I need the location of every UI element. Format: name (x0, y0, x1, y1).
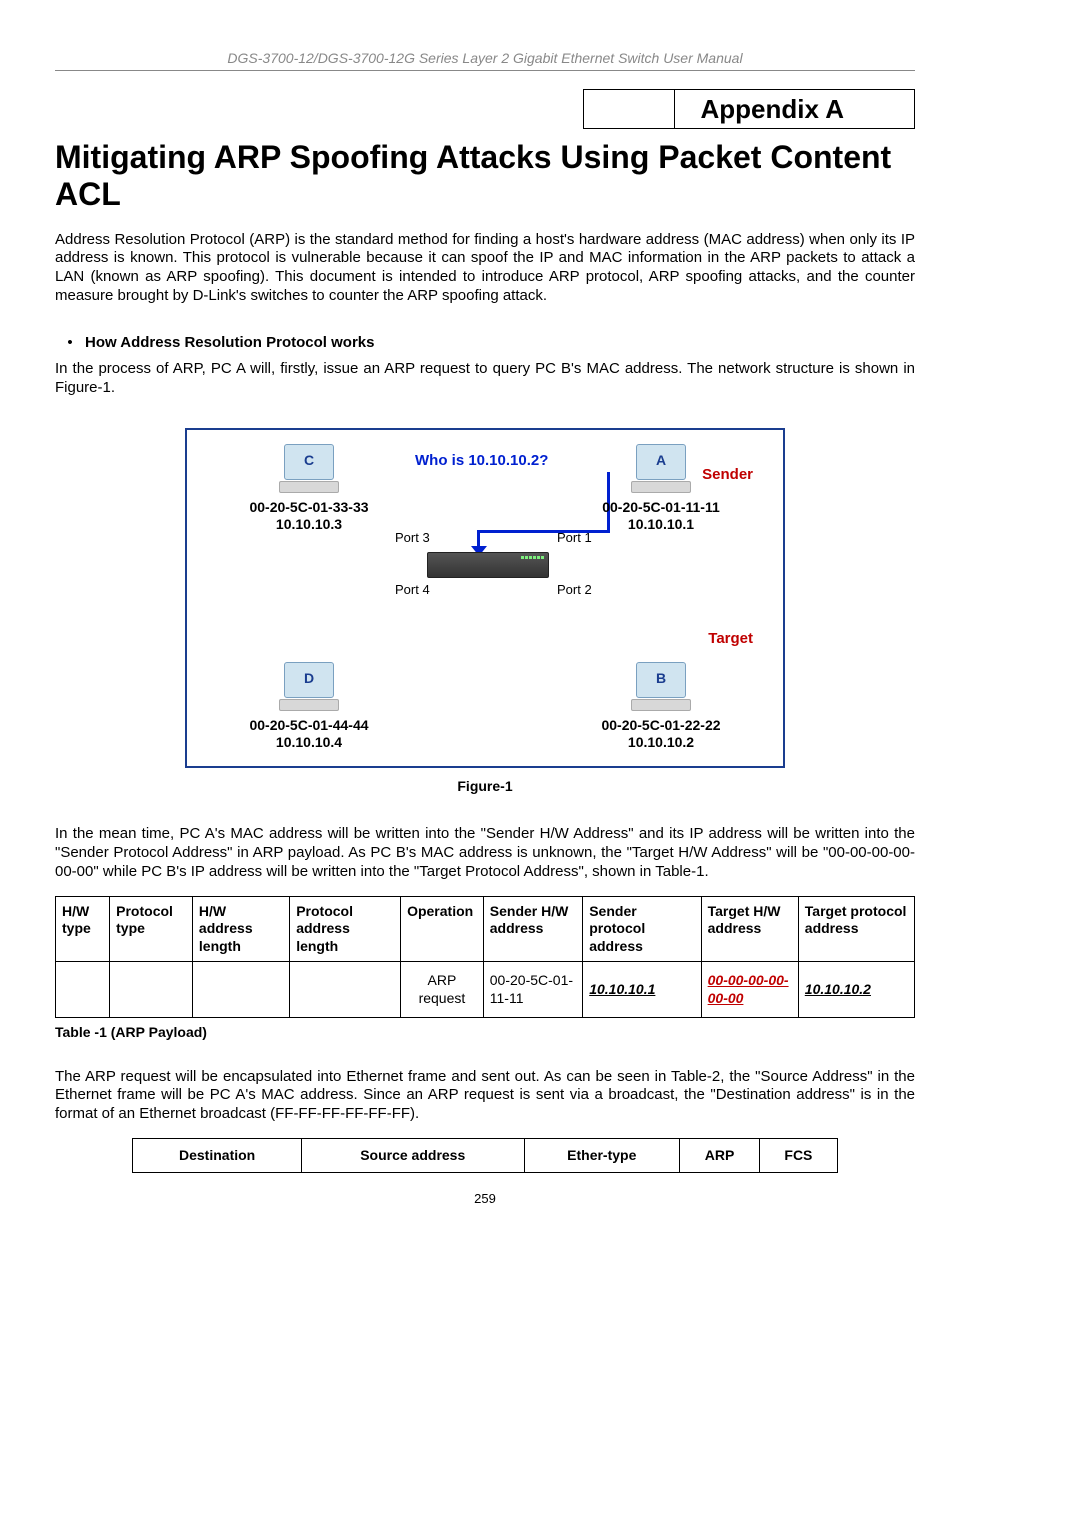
target-proto-value: 10.10.10.2 (805, 981, 871, 997)
pc-letter: C (285, 452, 333, 470)
pc-screen-icon: D (284, 662, 334, 698)
table-row: Destination Source address Ether-type AR… (133, 1138, 837, 1173)
whois-label: Who is 10.10.10.2? (415, 452, 548, 471)
intro-paragraph: Address Resolution Protocol (ARP) is the… (55, 231, 915, 306)
page-title: Mitigating ARP Spoofing Attacks Using Pa… (55, 139, 915, 213)
port3-label: Port 3 (395, 530, 430, 546)
bullet-dot: • (55, 334, 85, 353)
bullet-text: How Address Resolution Protocol works (85, 334, 374, 353)
pc-letter: D (285, 670, 333, 688)
pc-b-mac: 00-20-5C-01-22-22 (571, 717, 751, 735)
pc-screen-icon: A (636, 444, 686, 480)
table-2: Destination Source address Ether-type AR… (132, 1138, 837, 1174)
td (110, 962, 193, 1018)
td-sender-hw: 00-20-5C-01-11-11 (483, 962, 582, 1018)
pc-a: A 00-20-5C-01-11-11 10.10.10.1 (571, 444, 751, 534)
pc-base-icon (279, 481, 339, 493)
pc-b: B 00-20-5C-01-22-22 10.10.10.2 (571, 662, 751, 752)
td-target-hw: 00-00-00-00-00-00 (701, 962, 798, 1018)
pc-screen-icon: B (636, 662, 686, 698)
th: Operation (401, 896, 484, 962)
figure-caption: Figure-1 (55, 778, 915, 796)
port4-label: Port 4 (395, 582, 430, 598)
pc-letter: A (637, 452, 685, 470)
td: Destination (133, 1138, 301, 1173)
page-header: DGS-3700-12/DGS-3700-12G Series Layer 2 … (55, 50, 915, 71)
td: FCS (760, 1138, 837, 1173)
pc-a-ip: 10.10.10.1 (571, 516, 751, 534)
target-label: Target (708, 630, 753, 649)
td-sender-proto: 10.10.10.1 (583, 962, 701, 1018)
td: Ether-type (524, 1138, 679, 1173)
td (192, 962, 289, 1018)
th: Protocol address length (290, 896, 401, 962)
table1-caption: Table -1 (ARP Payload) (55, 1024, 915, 1042)
td (56, 962, 110, 1018)
bullet-how-arp-works: • How Address Resolution Protocol works (55, 334, 915, 353)
pc-letter: B (637, 670, 685, 688)
pc-d-ip: 10.10.10.4 (219, 734, 399, 752)
appendix-label: Appendix A (675, 90, 914, 129)
target-hw-value: 00-00-00-00-00-00 (708, 972, 789, 1006)
pc-d: D 00-20-5C-01-44-44 10.10.10.4 (219, 662, 399, 752)
td (290, 962, 401, 1018)
td-operation: ARP request (401, 962, 484, 1018)
th: Sender H/W address (483, 896, 582, 962)
th: H/W address length (192, 896, 289, 962)
port1-label: Port 1 (557, 530, 592, 546)
table-header-row: H/W type Protocol type H/W address lengt… (56, 896, 915, 962)
pc-d-mac: 00-20-5C-01-44-44 (219, 717, 399, 735)
figure-1: Who is 10.10.10.2? Sender Target C 00-20… (185, 428, 785, 768)
th: H/W type (56, 896, 110, 962)
th: Target protocol address (798, 896, 914, 962)
td: Source address (301, 1138, 524, 1173)
pc-screen-icon: C (284, 444, 334, 480)
appendix-spacer (584, 90, 675, 129)
pc-c-ip: 10.10.10.3 (219, 516, 399, 534)
td: ARP (679, 1138, 759, 1173)
pc-base-icon (631, 699, 691, 711)
th: Protocol type (110, 896, 193, 962)
th: Target H/W address (701, 896, 798, 962)
page-number: 259 (55, 1191, 915, 1207)
pc-b-ip: 10.10.10.2 (571, 734, 751, 752)
table-1: H/W type Protocol type H/W address lengt… (55, 896, 915, 1019)
td-target-proto: 10.10.10.2 (798, 962, 914, 1018)
pc-base-icon (279, 699, 339, 711)
port2-label: Port 2 (557, 582, 592, 598)
switch-leds-icon (521, 556, 544, 559)
switch-icon (427, 552, 549, 578)
pc-base-icon (631, 481, 691, 493)
appendix-box: Appendix A (583, 89, 915, 130)
paragraph-3: In the mean time, PC A's MAC address wil… (55, 825, 915, 881)
paragraph-4: The ARP request will be encapsulated int… (55, 1068, 915, 1124)
pc-c-mac: 00-20-5C-01-33-33 (219, 499, 399, 517)
paragraph-2: In the process of ARP, PC A will, firstl… (55, 360, 915, 398)
sender-proto-value: 10.10.10.1 (589, 981, 655, 997)
th: Sender protocol address (583, 896, 701, 962)
pc-a-mac: 00-20-5C-01-11-11 (571, 499, 751, 517)
table-row: ARP request 00-20-5C-01-11-11 10.10.10.1… (56, 962, 915, 1018)
pc-c: C 00-20-5C-01-33-33 10.10.10.3 (219, 444, 399, 534)
